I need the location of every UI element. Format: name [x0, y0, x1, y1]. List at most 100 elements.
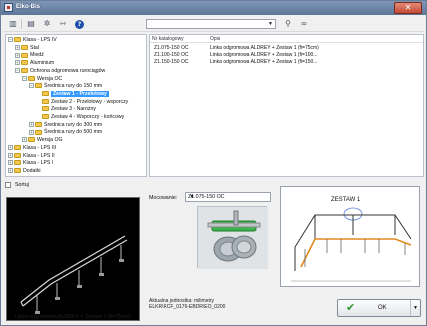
list-icon[interactable]: ▤	[25, 18, 37, 30]
tree-item[interactable]: + Średnica rury do 500 mm	[29, 129, 102, 136]
folder-icon	[35, 121, 42, 127]
item-description: Linka odgromowa ALDREY + Zestaw 1 (fi=15…	[210, 59, 318, 65]
expand-icon[interactable]: +	[15, 60, 20, 66]
folder-icon	[21, 67, 28, 73]
ok-button[interactable]: ✔ OK ▼	[337, 299, 421, 317]
layout-grid-icon[interactable]: ▥	[7, 18, 19, 30]
expand-icon[interactable]: +	[15, 52, 20, 58]
checkmark-icon: ✔	[346, 301, 356, 314]
product-list[interactable]: Nr katalogowy Opis Z1.075-150 OC Linka od…	[149, 34, 424, 177]
help-icon[interactable]: ?	[75, 20, 84, 29]
tree-item-label: Wersja OC	[37, 75, 63, 82]
tree-item-label: Klasa - LPS IV	[23, 37, 57, 43]
ok-button-main[interactable]: ✔ OK	[338, 300, 412, 316]
drawing-path: ELKR\KCF_0176-EBDR\EO_0200	[149, 304, 226, 310]
mounting-photo	[197, 206, 268, 269]
assembly-drawing-graphic: ZESTAW 1	[291, 197, 412, 282]
folder-icon	[14, 37, 21, 43]
chevron-down-icon[interactable]: ▼	[266, 20, 275, 28]
tree-item-label: Zestaw 3 - Narożny	[51, 106, 96, 113]
folder-icon	[35, 129, 42, 135]
tree-item[interactable]: − Ochrona odgromowa rurociągów	[15, 68, 105, 75]
tools-icon[interactable]: ✲	[41, 18, 53, 30]
search-icon[interactable]: ⚲	[282, 18, 294, 30]
column-header-description[interactable]: Opis	[210, 36, 220, 42]
list-row[interactable]: Z1.075-150 OC Linka odgromowa ALDREY + Ze…	[150, 45, 423, 52]
catalog-number: Z1.150-150 OC	[154, 59, 189, 65]
toolbar: ▥ ▤ ✲ ⇿ ? ▼ ⚲ ∞	[3, 16, 424, 32]
tree-item-label: Miedź	[30, 52, 44, 59]
tree-item[interactable]: Zestaw 4 - Wsporczy - końcowy	[36, 114, 124, 121]
tree-item[interactable]: − Wersja OC	[22, 76, 62, 83]
tree-item[interactable]: + Stal	[15, 45, 39, 52]
tree-item[interactable]: + Aluminium	[15, 60, 54, 67]
folder-icon	[21, 52, 28, 58]
sort-checkbox[interactable]	[5, 182, 11, 188]
tree-item[interactable]: + Wersja OG	[22, 137, 63, 144]
tree-item[interactable]: + Miedź	[15, 52, 44, 59]
expand-icon[interactable]: +	[29, 121, 34, 127]
tree-item-label: Średnica rury do 300 mm	[44, 121, 103, 128]
title-bar[interactable]: Elko-Bis ✕	[1, 1, 426, 15]
folder-icon	[28, 75, 35, 81]
collapse-icon[interactable]: −	[8, 37, 13, 43]
collapse-icon[interactable]: −	[15, 67, 20, 73]
close-button[interactable]: ✕	[394, 2, 422, 14]
folder-icon	[42, 91, 49, 97]
list-row[interactable]: Z1.150-150 OC Linka odgromowa ALDREY + Ze…	[150, 59, 423, 66]
column-header-catalog[interactable]: Nr katalogowy	[152, 36, 184, 42]
tree-item[interactable]: + Średnica rury do 300 mm	[29, 122, 102, 129]
tree-item-label: Zestaw 2 - Przelotowy - wsporczy	[51, 98, 129, 105]
folder-icon	[14, 160, 21, 166]
catalog-tree[interactable]: − Klasa - LPS IV + Stal + Miedź + Aluminium − Och…	[5, 34, 147, 177]
expand-icon[interactable]: +	[8, 144, 13, 150]
tree-item[interactable]: + Klasa - LPS III	[8, 145, 56, 152]
catalog-number: Z1.075-150 OC	[154, 45, 189, 51]
mounting-label: Mocowanie:	[149, 195, 178, 201]
3d-preview[interactable]	[6, 197, 140, 321]
item-description: Linka odgromowa ALDREY + Zestaw 1 (fi=75…	[210, 45, 319, 51]
window-title: Elko-Bis	[16, 4, 41, 10]
tree-item[interactable]: − Klasa - LPS IV	[8, 37, 57, 44]
expand-icon[interactable]: +	[29, 129, 34, 135]
folder-icon	[14, 168, 21, 174]
list-header: Nr katalogowy Opis	[150, 35, 423, 43]
clamp-photo-graphic	[198, 207, 268, 269]
tree-item[interactable]: − Średnica rury do 150 mm	[29, 83, 102, 90]
folder-icon	[42, 106, 49, 112]
folder-icon	[14, 152, 21, 158]
tree-item-label: Zestaw 4 - Wsporczy - końcowy	[51, 114, 125, 120]
search-combo[interactable]: ▼	[146, 19, 276, 29]
folder-icon	[14, 144, 21, 150]
ok-button-label: OK	[378, 305, 387, 311]
toolbar-separator	[21, 19, 22, 29]
tree-item[interactable]: + Dodatki	[8, 168, 41, 175]
list-row[interactable]: Z1.100-150 OC Linka odgromowa ALDREY + Ze…	[150, 52, 423, 59]
expand-icon[interactable]: +	[22, 137, 27, 143]
chevron-down-icon[interactable]: ▼	[188, 193, 196, 201]
tree-item-label: Klasa - LPS II	[23, 152, 55, 159]
tree-item[interactable]: Zestaw 2 - Przelotowy - wsporczy	[36, 99, 128, 106]
tree-item[interactable]: Zestaw 1 - Przelotowy	[36, 90, 109, 98]
tree-item[interactable]: + Klasa - LPS I	[8, 160, 53, 167]
tree-item-label: Ochrona odgromowa rurociągów	[30, 67, 106, 74]
tree-item-label: Średnica rury do 500 mm	[44, 129, 103, 136]
assembly-drawing[interactable]: ZESTAW 1	[280, 186, 420, 287]
ok-dropdown-arrow[interactable]: ▼	[410, 300, 420, 316]
binoculars-icon[interactable]: ∞	[298, 18, 310, 30]
tree-item[interactable]: + Klasa - LPS II	[8, 153, 55, 160]
mounting-select[interactable]: Z1.075-150 OC ▼	[185, 192, 271, 202]
collapse-icon[interactable]: −	[22, 75, 27, 81]
tree-item[interactable]: Zestaw 3 - Narożny	[36, 106, 96, 113]
folder-icon	[28, 137, 35, 143]
item-description: Linka odgromowa ALDREY + Zestaw 1 (fi=10…	[210, 52, 318, 58]
expand-icon[interactable]: +	[8, 168, 13, 174]
collapse-icon[interactable]: −	[29, 83, 34, 89]
expand-icon[interactable]: +	[8, 152, 13, 158]
preview-caption: Linka odgromowa ALDREY + Zestaw 1 (fi=75…	[15, 314, 131, 320]
expand-icon[interactable]: +	[8, 160, 13, 166]
tree-item-label: Klasa - LPS I	[23, 160, 54, 167]
expand-icon[interactable]: +	[15, 44, 20, 50]
folder-icon	[21, 44, 28, 50]
pipe-arrows-icon[interactable]: ⇿	[57, 18, 69, 30]
